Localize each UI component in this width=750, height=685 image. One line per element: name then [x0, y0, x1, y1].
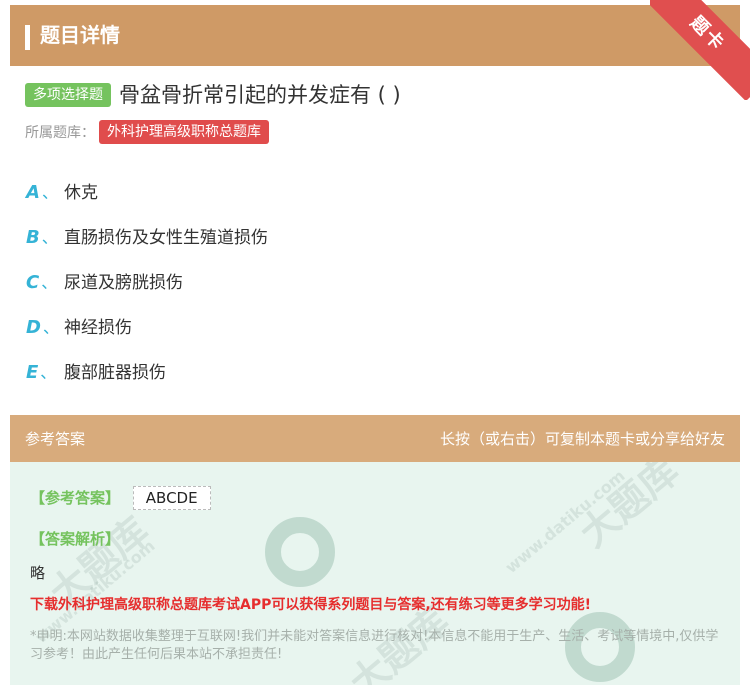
- option-text: 直肠损伤及女性生殖道损伤: [64, 228, 268, 248]
- option-text: 腹部脏器损伤: [64, 363, 166, 383]
- analysis-label: 【答案解析】: [30, 530, 121, 548]
- option-c[interactable]: C、 尿道及膀胱损伤: [26, 258, 268, 303]
- answer-header: 参考答案 长按（或右击）可复制本题卡或分享给好友: [10, 415, 740, 462]
- answer-value[interactable]: ABCDE: [132, 486, 211, 510]
- question-type-badge: 多项选择题: [25, 83, 111, 107]
- answer-body: 大题库 大题库 大题库 www.datiku.com www.datiku.co…: [10, 462, 740, 685]
- question-bank-row: 所属题库： 外科护理高级职称总题库: [25, 120, 269, 144]
- card-header: 题目详情: [10, 5, 740, 66]
- bank-tag[interactable]: 外科护理高级职称总题库: [99, 120, 269, 144]
- corner-ribbon: 题卡: [650, 0, 750, 100]
- option-list: A、 休克 B、 直肠损伤及女性生殖道损伤 C、 尿道及膀胱损伤 D、 神经损伤…: [26, 168, 268, 393]
- watermark-text: www.datiku.com: [501, 465, 629, 578]
- option-letter: B、: [26, 226, 58, 248]
- analysis-text: 略: [30, 564, 46, 582]
- disclaimer-text: *申明:本网站数据收集整理于互联网!我们并未能对答案信息进行核对!本信息不能用于…: [30, 629, 719, 662]
- option-e[interactable]: E、 腹部脏器损伤: [26, 348, 268, 393]
- question-row: 多项选择题 骨盆骨折常引起的并发症有 ( ): [25, 80, 401, 110]
- question-text: 骨盆骨折常引起的并发症有 ( ): [119, 83, 401, 107]
- header-accent-bar: [25, 25, 30, 50]
- answer-section-title: 参考答案: [25, 430, 86, 448]
- page-title: 题目详情: [40, 23, 120, 47]
- option-a[interactable]: A、 休克: [26, 168, 268, 213]
- option-letter: E、: [26, 361, 57, 383]
- option-letter: D、: [26, 316, 59, 338]
- option-d[interactable]: D、 神经损伤: [26, 303, 268, 348]
- option-text: 尿道及膀胱损伤: [64, 273, 183, 293]
- analysis-label-line: 【答案解析】: [30, 528, 120, 549]
- share-hint: 长按（或右击）可复制本题卡或分享给好友: [439, 430, 725, 448]
- option-text: 休克: [64, 183, 98, 203]
- option-text: 神经损伤: [64, 318, 132, 338]
- option-b[interactable]: B、 直肠损伤及女性生殖道损伤: [26, 213, 268, 258]
- answer-line: 【参考答案】 ABCDE: [30, 486, 211, 510]
- watermark-logo: [265, 517, 335, 587]
- answer-label: 【参考答案】: [30, 489, 121, 507]
- corner-ribbon-label: 题卡: [650, 0, 750, 100]
- option-letter: C、: [26, 271, 58, 293]
- app-promo-link[interactable]: 下载外科护理高级职称总题库考试APP可以获得系列题目与答案,还有练习等更多学习功…: [30, 594, 591, 614]
- watermark-text: 大题库: [571, 462, 688, 556]
- option-letter: A、: [26, 181, 58, 203]
- bank-label: 所属题库：: [25, 125, 95, 141]
